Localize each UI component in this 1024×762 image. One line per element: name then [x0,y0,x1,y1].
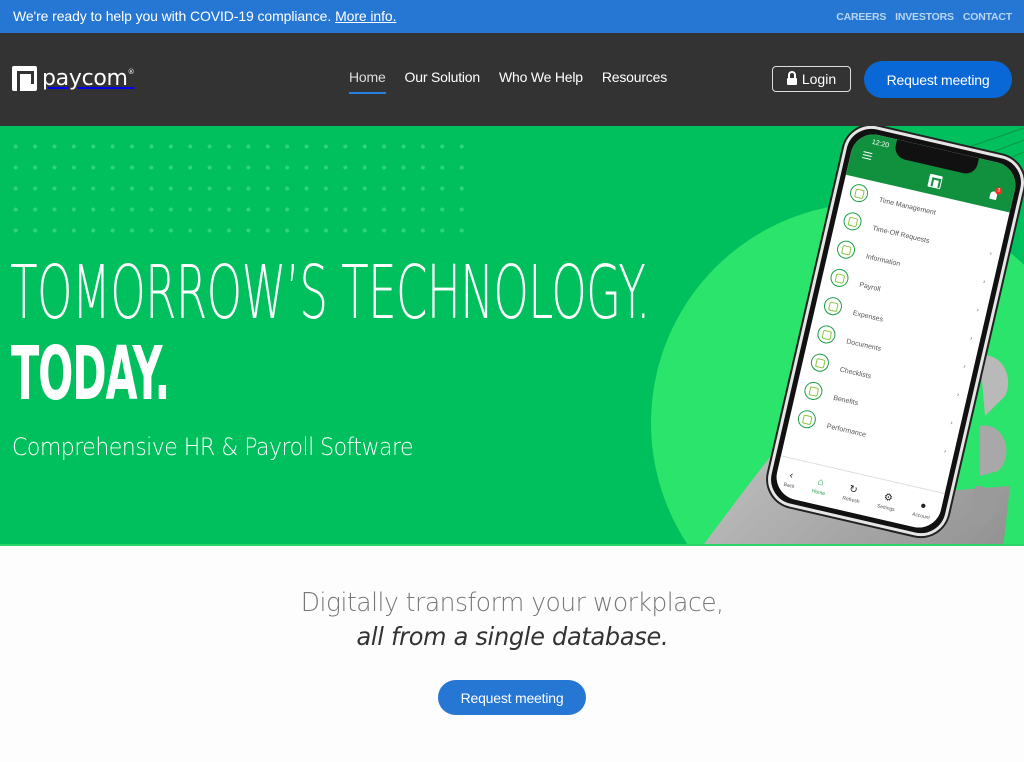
calendar-icon [841,210,864,232]
clock-icon [848,181,870,204]
hero-banner: TOMORROW’S TECHNOLOGY. TODAY. Comprehens… [0,126,1024,546]
user-icon: ● [919,499,928,512]
checkmark-icon [809,351,831,374]
lock-icon [786,70,797,86]
trademark-symbol: ® [127,68,135,76]
login-button[interactable]: Login [772,66,851,92]
app-menu-label: Payroll [858,281,882,294]
app-tab-settings: ⚙ Settings [876,491,898,513]
app-tab-back: ‹ Back [782,469,798,490]
plus-cross-icon [802,379,825,402]
hero-headline-line1: TOMORROW’S TECHNOLOGY. [10,250,650,336]
app-menu-label: Expenses [852,309,884,324]
dot-pattern [6,136,466,248]
login-label: Login [801,71,837,87]
tagline-line1: Digitally transform your workplace, [0,588,1024,618]
brand-wordmark: paycom [42,66,128,91]
utility-links: CAREERS INVESTORS CONTACT [836,11,1012,23]
hero-headline-line2: TODAY. [11,331,170,417]
app-tab-refresh: ↻ Refresh [842,483,863,504]
request-meeting-button[interactable]: Request meeting [438,680,586,715]
more-info-link[interactable]: More info. [335,8,396,24]
refresh-icon: ↻ [848,483,859,496]
hero-bottom-border [0,544,1024,546]
rocket-icon [796,407,818,430]
dollar-icon [828,266,851,289]
gear-icon: ⚙ [882,491,894,504]
app-tab-label: Home [811,487,826,497]
chevron-right-icon: › [982,278,987,286]
chevron-right-icon: › [943,447,947,456]
nav-item-our-solution[interactable]: Our Solution [405,69,481,91]
chevron-right-icon: › [956,391,960,399]
hamburger-menu-icon [862,151,873,160]
announcement-bar: We're ready to help you with COVID-19 co… [0,0,1024,33]
app-tab-account: ● Account [912,499,934,521]
app-tab-home: ⌂ Home [811,476,828,497]
nav-item-home[interactable]: Home [349,69,386,94]
announcement-message: We're ready to help you with COVID-19 co… [13,8,396,24]
chevron-right-icon: › [962,363,967,371]
app-logo-icon [927,173,943,190]
investors-link[interactable]: INVESTORS [895,11,954,23]
notification-badge: 3 [994,186,1003,196]
nav-item-resources[interactable]: Resources [602,69,667,91]
paycom-logo[interactable]: paycom® [12,66,135,91]
announcement-text: We're ready to help you with COVID-19 co… [13,8,332,24]
app-menu-label: Benefits [832,394,859,408]
brand-name: paycom® [42,66,135,91]
app-menu-label: Information [865,253,901,269]
back-icon: ‹ [788,469,795,481]
careers-link[interactable]: CAREERS [836,11,886,23]
fingerprint-icon [835,238,857,260]
app-menu-label: Documents [845,338,882,353]
nav-item-who-we-help[interactable]: Who We Help [499,69,583,91]
home-icon: ⌂ [816,475,826,489]
app-menu-label: Performance [825,422,867,439]
app-menu-label: Checklists [839,366,872,381]
tagline-line1-text: Digitally transform your workplace, [300,588,724,618]
app-tab-label: Settings [876,502,896,513]
app-tab-label: Account [911,510,931,521]
contact-link[interactable]: CONTACT [963,11,1012,23]
request-meeting-nav-button[interactable]: Request meeting [864,61,1012,98]
paycom-logo-icon [12,66,37,91]
credit-card-icon [822,294,844,317]
app-tab-label: Refresh [841,494,861,505]
phone-clock: 12:20 [871,138,890,150]
chevron-right-icon: › [969,334,973,343]
main-nav: paycom® Home Our Solution Who We Help Re… [0,33,1024,126]
tagline-line2: all from a single database. [0,622,1024,651]
tagline-line2-text: all from a single database. [356,622,668,651]
chevron-right-icon: › [949,419,954,428]
document-icon [815,323,838,345]
app-tab-label: Back [782,481,796,490]
chevron-right-icon: › [975,306,980,314]
hero-subheadline: Comprehensive HR & Payroll Software [12,433,414,461]
chevron-right-icon: › [988,250,993,258]
nav-menu: Home Our Solution Who We Help Resources [349,69,667,94]
